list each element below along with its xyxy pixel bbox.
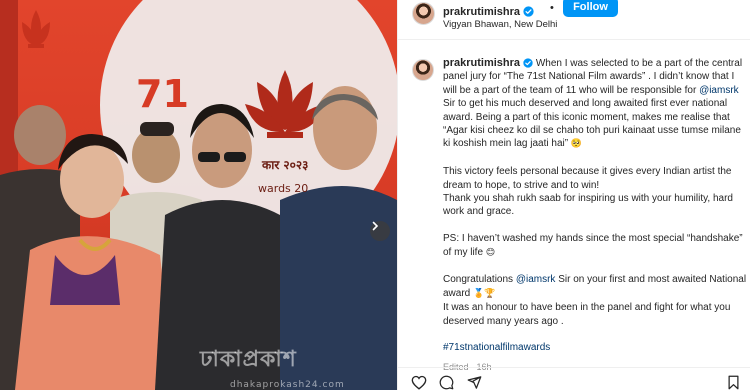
avatar[interactable] bbox=[412, 2, 435, 25]
follow-button[interactable]: Follow bbox=[563, 0, 618, 17]
medal-trophy-icon: 🏅🏆 bbox=[473, 288, 496, 299]
heart-icon[interactable] bbox=[411, 375, 427, 390]
chevron-right-icon bbox=[372, 221, 379, 231]
caption-paragraph: prakrutimishra When I was selected to be… bbox=[443, 57, 749, 152]
share-icon[interactable] bbox=[467, 375, 482, 390]
post-author: prakrutimishra bbox=[443, 2, 534, 20]
watermark-logo: ঢাকাপ্রকাশ bbox=[200, 347, 297, 372]
banner-hindi-text: कार २०२३ bbox=[262, 158, 309, 172]
caption-paragraph: Congratulations @iamsrk Sir on your firs… bbox=[443, 273, 749, 328]
caption-paragraph: PS: I haven’t washed my hands since the … bbox=[443, 232, 749, 260]
post-header: prakrutimishra • Follow Vigyan Bhawan, N… bbox=[398, 0, 750, 40]
carousel-next-button[interactable] bbox=[370, 221, 390, 241]
caption-text: Sir to get his much deserved and long aw… bbox=[443, 98, 741, 150]
caption-paragraph: #71stnationalfilmawards bbox=[443, 341, 749, 354]
action-bar bbox=[398, 367, 750, 390]
comment-icon[interactable] bbox=[439, 375, 454, 390]
caption-paragraph: This victory feels personal because it g… bbox=[443, 166, 733, 218]
bookmark-icon[interactable] bbox=[727, 375, 740, 390]
mention-link[interactable]: @iamsrk bbox=[699, 85, 739, 96]
hashtag-link[interactable]: #71stnationalfilmawards bbox=[443, 342, 550, 353]
caption-text: It was an honour to have been in the pan… bbox=[443, 302, 731, 327]
mention-link[interactable]: @iamsrk bbox=[516, 274, 556, 285]
event-photo-illustration bbox=[0, 0, 397, 390]
caption-text: Congratulations bbox=[443, 274, 514, 286]
post-sidebar: prakrutimishra • Follow Vigyan Bhawan, N… bbox=[397, 0, 750, 390]
verified-badge-icon bbox=[523, 58, 533, 68]
caption-avatar[interactable] bbox=[412, 59, 434, 81]
pleading-face-icon: 🥺 bbox=[570, 139, 583, 150]
caption-username[interactable]: prakrutimishra bbox=[443, 57, 520, 69]
banner-awards-text: wards 20 bbox=[258, 182, 309, 195]
watermark-url: dhakaprokash24.com bbox=[230, 380, 345, 390]
verified-badge-icon bbox=[523, 6, 534, 17]
post-photo: 71 कार २०२३ wards 20 ঢাকাপ্রকাশ dhakapro… bbox=[0, 0, 397, 390]
location-link[interactable]: Vigyan Bhawan, New Delhi bbox=[443, 19, 557, 30]
caption-body: prakrutimishra When I was selected to be… bbox=[443, 57, 749, 375]
separator-dot: • bbox=[550, 2, 554, 14]
smiling-face-icon: 😊 bbox=[485, 247, 496, 258]
banner-number: 71 bbox=[136, 72, 189, 116]
username-link[interactable]: prakrutimishra bbox=[443, 6, 520, 18]
watermark: ঢাকাপ্রকাশ dhakaprokash24.com bbox=[200, 342, 345, 390]
